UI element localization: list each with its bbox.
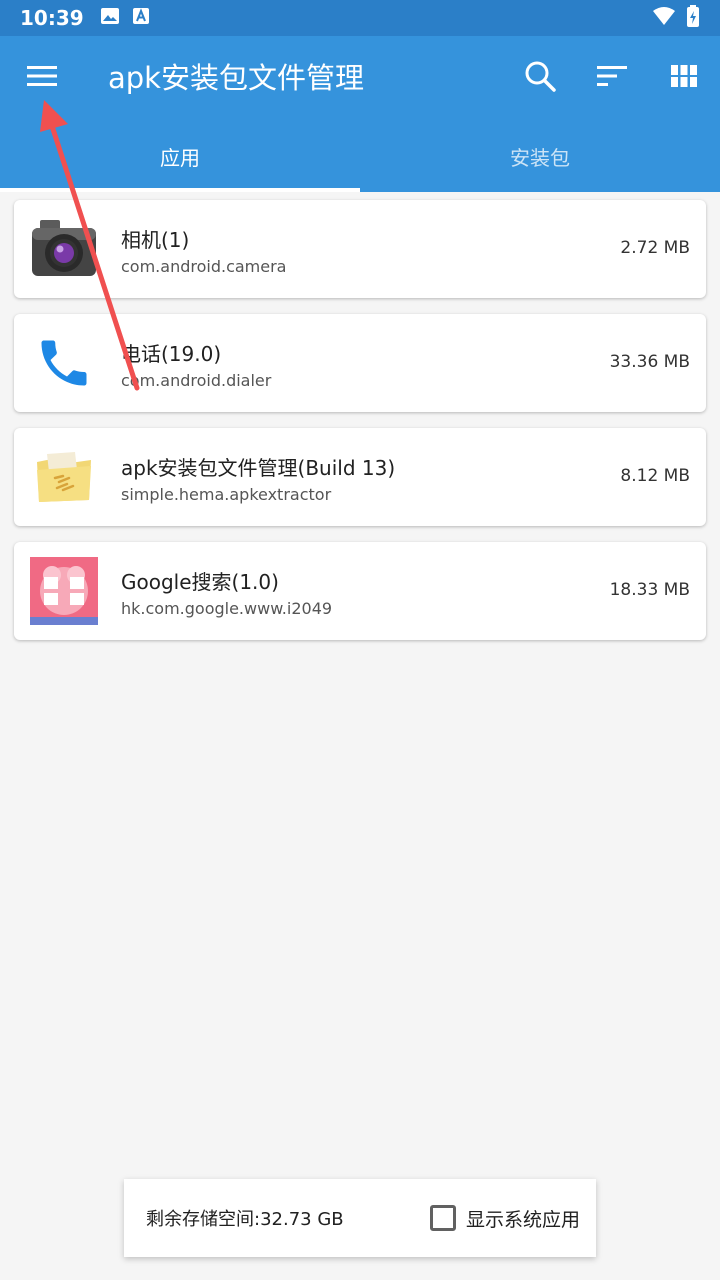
storage-remaining: 剩余存储空间:32.73 GB bbox=[146, 1209, 344, 1230]
show-system-apps-label: 显示系统应用 bbox=[465, 1208, 580, 1231]
google-search-app-icon bbox=[30, 557, 98, 625]
app-list-item[interactable]: 电话(19.0) com.android.dialer 33.36 MB bbox=[14, 314, 706, 412]
app-package: simple.hema.apkextractor bbox=[121, 485, 332, 504]
app-list: 相机(1) com.android.camera 2.72 MB 电话(19.0… bbox=[14, 200, 706, 656]
app-list-item[interactable]: apk安装包文件管理(Build 13) simple.hema.apkextr… bbox=[14, 428, 706, 526]
tab-apps[interactable]: 应用 bbox=[0, 120, 360, 192]
sort-icon bbox=[597, 65, 627, 91]
sort-button[interactable] bbox=[590, 56, 634, 100]
app-bar: apk安装包文件管理 应用 安装包 bbox=[0, 36, 720, 192]
app-size: 33.36 MB bbox=[609, 352, 690, 372]
status-time: 10:39 bbox=[20, 6, 84, 30]
folder-app-icon bbox=[30, 443, 98, 511]
status-bar: 10:39 bbox=[0, 0, 720, 36]
show-system-apps-checkbox[interactable] bbox=[429, 1205, 456, 1231]
app-package: com.android.camera bbox=[121, 257, 287, 276]
show-system-apps-toggle[interactable]: 显示系统应用 bbox=[429, 1205, 580, 1232]
app-package: hk.com.google.www.i2049 bbox=[121, 599, 333, 618]
app-size: 2.72 MB bbox=[620, 238, 690, 258]
search-icon bbox=[523, 59, 557, 97]
image-notification-icon bbox=[100, 7, 120, 29]
app-name: apk安装包文件管理(Build 13) bbox=[121, 456, 396, 480]
app-list-item[interactable]: 相机(1) com.android.camera 2.72 MB bbox=[14, 200, 706, 298]
tab-apps-label: 应用 bbox=[160, 145, 200, 170]
app-name: 相机(1) bbox=[121, 228, 190, 252]
camera-app-icon bbox=[30, 215, 98, 283]
phone-app-icon bbox=[30, 329, 98, 397]
grid-view-icon bbox=[671, 65, 697, 91]
search-button[interactable] bbox=[518, 56, 562, 100]
battery-icon bbox=[686, 5, 700, 31]
tab-indicator bbox=[0, 188, 360, 192]
app-size: 8.12 MB bbox=[620, 466, 690, 486]
font-notification-icon bbox=[132, 7, 150, 29]
app-name: Google搜索(1.0) bbox=[121, 570, 279, 594]
app-name: 电话(19.0) bbox=[121, 342, 222, 366]
menu-button[interactable] bbox=[20, 58, 64, 98]
menu-icon bbox=[27, 65, 57, 91]
tab-packages[interactable]: 安装包 bbox=[360, 120, 720, 192]
app-package: com.android.dialer bbox=[121, 371, 272, 390]
grid-view-button[interactable] bbox=[662, 56, 706, 100]
tab-bar: 应用 安装包 bbox=[0, 120, 720, 192]
app-list-item[interactable]: Google搜索(1.0) hk.com.google.www.i2049 18… bbox=[14, 542, 706, 640]
storage-panel: 剩余存储空间:32.73 GB 显示系统应用 bbox=[124, 1179, 596, 1257]
tab-packages-label: 安装包 bbox=[510, 145, 570, 170]
wifi-icon bbox=[652, 6, 676, 30]
app-size: 18.33 MB bbox=[609, 580, 690, 600]
app-title: apk安装包文件管理 bbox=[108, 61, 364, 95]
